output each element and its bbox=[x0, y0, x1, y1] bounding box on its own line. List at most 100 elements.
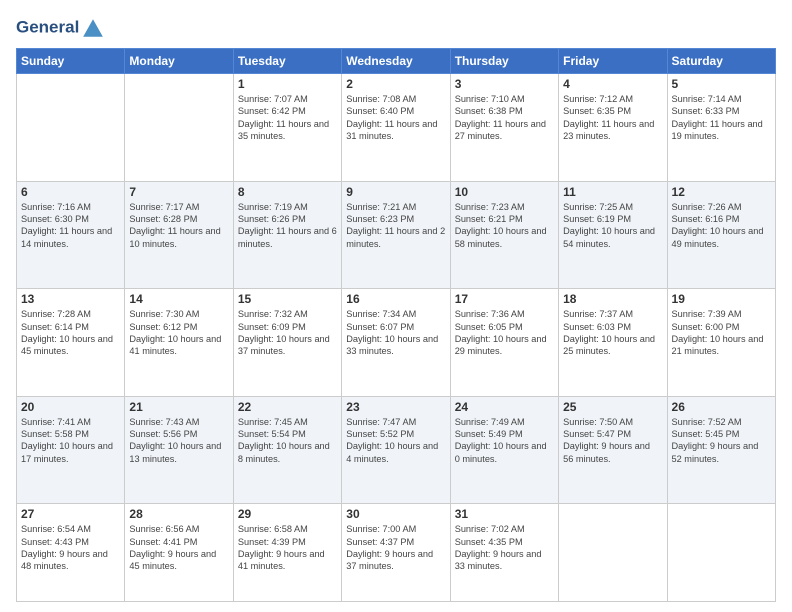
calendar-cell: 31Sunrise: 7:02 AM Sunset: 4:35 PM Dayli… bbox=[450, 504, 558, 602]
calendar-week-row: 27 Sunrise: 6:54 AM Sunset: 4:43 PM Dayli… bbox=[17, 504, 776, 602]
calendar-week-row: 6Sunrise: 7:16 AM Sunset: 6:30 PM Daylig… bbox=[17, 181, 776, 289]
weekday-header-monday: Monday bbox=[125, 49, 233, 74]
day-info: Sunrise: 7:30 AM Sunset: 6:12 PM Dayligh… bbox=[129, 308, 228, 358]
weekday-header-tuesday: Tuesday bbox=[233, 49, 341, 74]
calendar-cell bbox=[667, 504, 775, 602]
day-number: 3 bbox=[455, 77, 554, 91]
day-info: Sunrise: 7:00 AM Sunset: 4:37 PM Dayligh… bbox=[346, 523, 445, 573]
calendar-cell: 20 Sunrise: 7:41 AM Sunset: 5:58 PM Dayli… bbox=[17, 396, 125, 504]
calendar-cell: 2 Sunrise: 7:08 AM Sunset: 6:40 PM Daylig… bbox=[342, 74, 450, 182]
day-number: 18 bbox=[563, 292, 662, 306]
day-number: 29 bbox=[238, 507, 337, 521]
calendar-table: SundayMondayTuesdayWednesdayThursdayFrid… bbox=[16, 48, 776, 602]
calendar-cell bbox=[559, 504, 667, 602]
day-info: Sunrise: 7:47 AM Sunset: 5:52 PM Dayligh… bbox=[346, 416, 445, 466]
calendar-cell: 11 Sunrise: 7:25 AM Sunset: 6:19 PM Dayli… bbox=[559, 181, 667, 289]
day-info: Sunrise: 7:52 AM Sunset: 5:45 PM Dayligh… bbox=[672, 416, 771, 466]
day-number: 5 bbox=[672, 77, 771, 91]
day-info: Sunrise: 7:25 AM Sunset: 6:19 PM Dayligh… bbox=[563, 201, 662, 251]
day-info: Sunrise: 7:32 AM Sunset: 6:09 PM Dayligh… bbox=[238, 308, 337, 358]
calendar-cell: 26 Sunrise: 7:52 AM Sunset: 5:45 PM Dayli… bbox=[667, 396, 775, 504]
calendar-cell: 23 Sunrise: 7:47 AM Sunset: 5:52 PM Dayli… bbox=[342, 396, 450, 504]
calendar-cell: 21 Sunrise: 7:43 AM Sunset: 5:56 PM Dayli… bbox=[125, 396, 233, 504]
day-info: Sunrise: 7:45 AM Sunset: 5:54 PM Dayligh… bbox=[238, 416, 337, 466]
day-number: 12 bbox=[672, 185, 771, 199]
day-info: Sunrise: 7:36 AM Sunset: 6:05 PM Dayligh… bbox=[455, 308, 554, 358]
weekday-header-friday: Friday bbox=[559, 49, 667, 74]
calendar-cell: 6Sunrise: 7:16 AM Sunset: 6:30 PM Daylig… bbox=[17, 181, 125, 289]
calendar-cell: 14 Sunrise: 7:30 AM Sunset: 6:12 PM Dayli… bbox=[125, 289, 233, 397]
day-number: 8 bbox=[238, 185, 337, 199]
day-info: Sunrise: 7:10 AM Sunset: 6:38 PM Dayligh… bbox=[455, 93, 554, 143]
day-number: 9 bbox=[346, 185, 445, 199]
calendar-cell: 15 Sunrise: 7:32 AM Sunset: 6:09 PM Dayli… bbox=[233, 289, 341, 397]
day-number: 4 bbox=[563, 77, 662, 91]
calendar-cell: 7Sunrise: 7:17 AM Sunset: 6:28 PM Daylig… bbox=[125, 181, 233, 289]
weekday-header-thursday: Thursday bbox=[450, 49, 558, 74]
day-number: 11 bbox=[563, 185, 662, 199]
day-info: Sunrise: 7:21 AM Sunset: 6:23 PM Dayligh… bbox=[346, 201, 445, 251]
day-info: Sunrise: 7:14 AM Sunset: 6:33 PM Dayligh… bbox=[672, 93, 771, 143]
day-number: 22 bbox=[238, 400, 337, 414]
header: General bbox=[16, 16, 776, 40]
calendar-cell: 8 Sunrise: 7:19 AM Sunset: 6:26 PM Daylig… bbox=[233, 181, 341, 289]
calendar-cell: 25 Sunrise: 7:50 AM Sunset: 5:47 PM Dayli… bbox=[559, 396, 667, 504]
day-info: Sunrise: 7:50 AM Sunset: 5:47 PM Dayligh… bbox=[563, 416, 662, 466]
day-number: 14 bbox=[129, 292, 228, 306]
page: General SundayMondayTuesdayWednesdayThur… bbox=[0, 0, 792, 612]
calendar-week-row: 1 Sunrise: 7:07 AM Sunset: 6:42 PM Daylig… bbox=[17, 74, 776, 182]
day-number: 1 bbox=[238, 77, 337, 91]
calendar-cell: 16 Sunrise: 7:34 AM Sunset: 6:07 PM Dayli… bbox=[342, 289, 450, 397]
day-info: Sunrise: 7:19 AM Sunset: 6:26 PM Dayligh… bbox=[238, 201, 337, 251]
day-info: Sunrise: 7:39 AM Sunset: 6:00 PM Dayligh… bbox=[672, 308, 771, 358]
day-info: Sunrise: 7:41 AM Sunset: 5:58 PM Dayligh… bbox=[21, 416, 120, 466]
day-number: 24 bbox=[455, 400, 554, 414]
day-number: 15 bbox=[238, 292, 337, 306]
calendar-week-row: 20 Sunrise: 7:41 AM Sunset: 5:58 PM Dayli… bbox=[17, 396, 776, 504]
day-info: Sunrise: 7:26 AM Sunset: 6:16 PM Dayligh… bbox=[672, 201, 771, 251]
day-number: 19 bbox=[672, 292, 771, 306]
calendar-cell: 18 Sunrise: 7:37 AM Sunset: 6:03 PM Dayli… bbox=[559, 289, 667, 397]
calendar-week-row: 13 Sunrise: 7:28 AM Sunset: 6:14 PM Dayli… bbox=[17, 289, 776, 397]
day-number: 16 bbox=[346, 292, 445, 306]
day-number: 21 bbox=[129, 400, 228, 414]
calendar-cell: 9 Sunrise: 7:21 AM Sunset: 6:23 PM Daylig… bbox=[342, 181, 450, 289]
calendar-cell: 28 Sunrise: 6:56 AM Sunset: 4:41 PM Dayli… bbox=[125, 504, 233, 602]
day-info: Sunrise: 7:28 AM Sunset: 6:14 PM Dayligh… bbox=[21, 308, 120, 358]
day-info: Sunrise: 6:56 AM Sunset: 4:41 PM Dayligh… bbox=[129, 523, 228, 573]
calendar-cell: 13 Sunrise: 7:28 AM Sunset: 6:14 PM Dayli… bbox=[17, 289, 125, 397]
weekday-header-wednesday: Wednesday bbox=[342, 49, 450, 74]
day-number: 20 bbox=[21, 400, 120, 414]
day-info: Sunrise: 6:58 AM Sunset: 4:39 PM Dayligh… bbox=[238, 523, 337, 573]
day-number: 31 bbox=[455, 507, 554, 521]
day-info: Sunrise: 7:43 AM Sunset: 5:56 PM Dayligh… bbox=[129, 416, 228, 466]
logo-area: General bbox=[16, 16, 105, 40]
calendar-cell: 30Sunrise: 7:00 AM Sunset: 4:37 PM Dayli… bbox=[342, 504, 450, 602]
day-number: 7 bbox=[129, 185, 228, 199]
calendar-cell: 19 Sunrise: 7:39 AM Sunset: 6:00 PM Dayli… bbox=[667, 289, 775, 397]
day-number: 17 bbox=[455, 292, 554, 306]
day-info: Sunrise: 7:37 AM Sunset: 6:03 PM Dayligh… bbox=[563, 308, 662, 358]
calendar-cell: 4 Sunrise: 7:12 AM Sunset: 6:35 PM Daylig… bbox=[559, 74, 667, 182]
calendar-cell bbox=[125, 74, 233, 182]
weekday-header-sunday: Sunday bbox=[17, 49, 125, 74]
day-info: Sunrise: 7:08 AM Sunset: 6:40 PM Dayligh… bbox=[346, 93, 445, 143]
day-info: Sunrise: 7:12 AM Sunset: 6:35 PM Dayligh… bbox=[563, 93, 662, 143]
calendar-cell: 12 Sunrise: 7:26 AM Sunset: 6:16 PM Dayli… bbox=[667, 181, 775, 289]
day-number: 27 bbox=[21, 507, 120, 521]
day-info: Sunrise: 7:23 AM Sunset: 6:21 PM Dayligh… bbox=[455, 201, 554, 251]
day-info: Sunrise: 6:54 AM Sunset: 4:43 PM Dayligh… bbox=[21, 523, 120, 573]
day-number: 26 bbox=[672, 400, 771, 414]
day-number: 23 bbox=[346, 400, 445, 414]
day-number: 2 bbox=[346, 77, 445, 91]
day-info: Sunrise: 7:07 AM Sunset: 6:42 PM Dayligh… bbox=[238, 93, 337, 143]
day-info: Sunrise: 7:34 AM Sunset: 6:07 PM Dayligh… bbox=[346, 308, 445, 358]
day-number: 25 bbox=[563, 400, 662, 414]
day-number: 28 bbox=[129, 507, 228, 521]
day-number: 13 bbox=[21, 292, 120, 306]
calendar-cell bbox=[17, 74, 125, 182]
calendar-cell: 5 Sunrise: 7:14 AM Sunset: 6:33 PM Daylig… bbox=[667, 74, 775, 182]
day-number: 10 bbox=[455, 185, 554, 199]
logo-text: General bbox=[16, 16, 105, 40]
calendar-cell: 22 Sunrise: 7:45 AM Sunset: 5:54 PM Dayli… bbox=[233, 396, 341, 504]
